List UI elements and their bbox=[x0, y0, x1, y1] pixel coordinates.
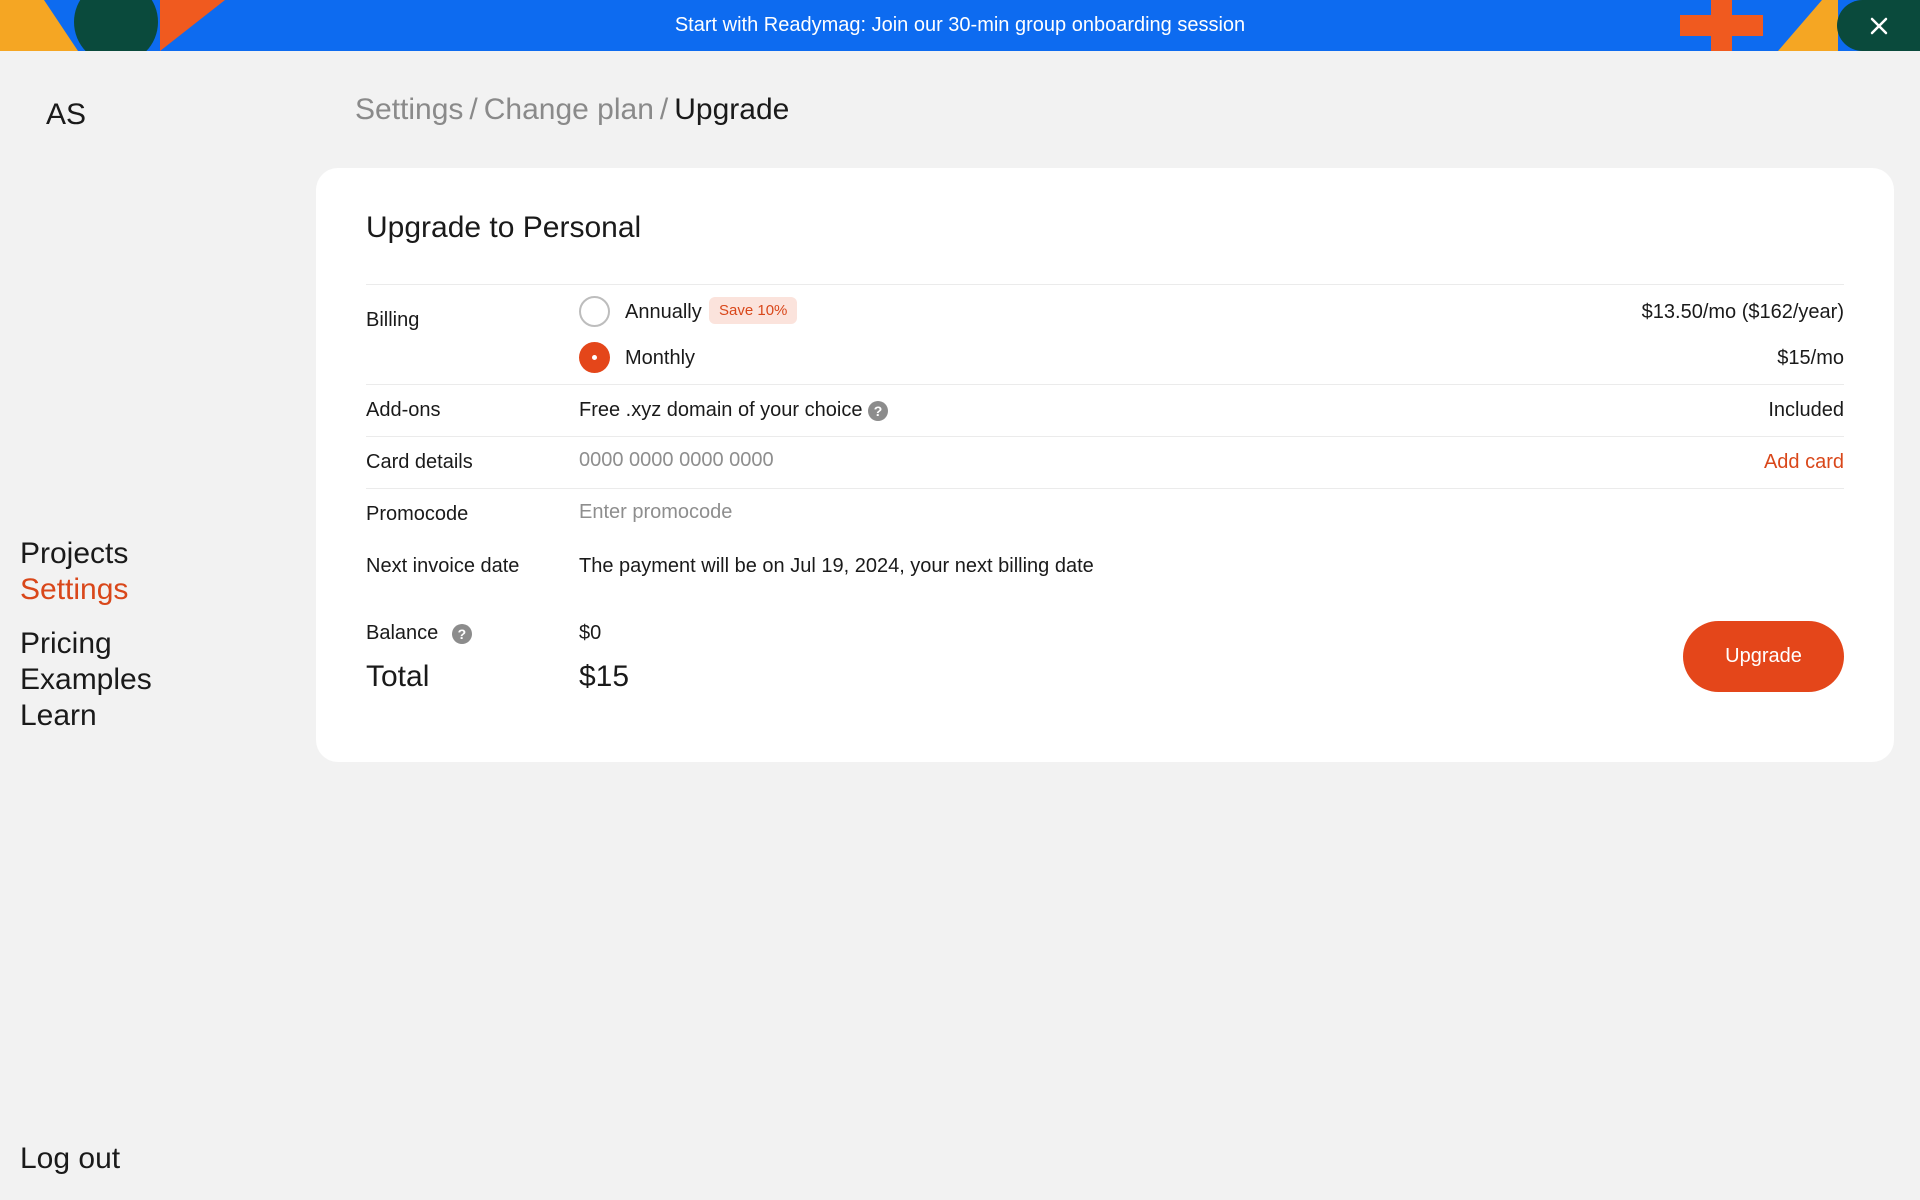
card-details-label: Card details bbox=[366, 451, 473, 473]
help-icon[interactable]: ? bbox=[868, 400, 889, 421]
annual-price: $13.50/mo ($162/year) bbox=[1641, 301, 1844, 323]
nav-item-settings[interactable]: Settings bbox=[20, 572, 152, 608]
onboarding-banner: Start with Readymag: Join our 30-min gro… bbox=[0, 0, 1920, 51]
billing-monthly-label[interactable]: Monthly bbox=[625, 347, 695, 370]
addons-value: Free .xyz domain of your choice bbox=[579, 399, 863, 421]
row-divider bbox=[366, 488, 1844, 489]
promocode-label: Promocode bbox=[366, 503, 469, 525]
addons-status: Included bbox=[1768, 399, 1844, 421]
breadcrumb-change-plan[interactable]: Change plan bbox=[484, 93, 654, 127]
sidebar-nav: Projects Settings Pricing Examples Learn bbox=[20, 536, 152, 734]
addons-value-wrap: Free .xyz domain of your choice ? bbox=[579, 399, 889, 422]
upgrade-button[interactable]: Upgrade bbox=[1683, 621, 1844, 692]
balance-label-wrap: Balance ? bbox=[366, 622, 472, 645]
nav-item-learn[interactable]: Learn bbox=[20, 698, 152, 734]
total-value: $15 bbox=[579, 660, 630, 693]
billing-label: Billing bbox=[366, 309, 420, 331]
total-label: Total bbox=[366, 660, 430, 693]
close-icon bbox=[1870, 17, 1887, 34]
nav-item-projects[interactable]: Projects bbox=[20, 536, 152, 572]
card-number-input[interactable] bbox=[579, 449, 1079, 472]
banner-close-button[interactable] bbox=[1837, 0, 1920, 51]
card-title: Upgrade to Personal bbox=[366, 211, 642, 244]
row-divider bbox=[366, 436, 1844, 437]
promocode-wrap bbox=[579, 501, 1079, 524]
logout-link[interactable]: Log out bbox=[20, 1142, 120, 1176]
promocode-input[interactable] bbox=[579, 501, 1079, 524]
addons-label: Add-ons bbox=[366, 399, 441, 421]
breadcrumb-separator: / bbox=[659, 93, 669, 126]
user-avatar[interactable]: AS bbox=[46, 98, 86, 132]
balance-value: $0 bbox=[579, 622, 602, 644]
upgrade-card: Upgrade to Personal Billing Annually Sav… bbox=[316, 168, 1894, 762]
save-badge: Save 10% bbox=[709, 297, 798, 324]
breadcrumb-settings[interactable]: Settings bbox=[355, 93, 463, 127]
monthly-price: $15/mo bbox=[1777, 347, 1844, 369]
card-number-wrap bbox=[579, 449, 1079, 472]
nav-divider bbox=[20, 608, 152, 626]
next-invoice-value: The payment will be on Jul 19, 2024, you… bbox=[579, 555, 1094, 577]
balance-label: Balance bbox=[366, 622, 439, 644]
billing-annually-radio[interactable] bbox=[579, 296, 610, 327]
breadcrumb-separator: / bbox=[469, 93, 478, 126]
billing-monthly-radio[interactable] bbox=[579, 342, 610, 373]
row-divider bbox=[366, 284, 1844, 285]
banner-text[interactable]: Start with Readymag: Join our 30-min gro… bbox=[0, 0, 1920, 51]
help-icon[interactable]: ? bbox=[451, 623, 472, 644]
breadcrumb-current: Upgrade bbox=[674, 93, 790, 126]
billing-annually-label[interactable]: Annually bbox=[625, 301, 702, 324]
add-card-link[interactable]: Add card bbox=[1764, 451, 1844, 474]
row-divider bbox=[366, 384, 1844, 385]
breadcrumb: Settings / Change plan / Upgrade bbox=[355, 93, 789, 127]
next-invoice-label: Next invoice date bbox=[366, 555, 520, 577]
nav-item-pricing[interactable]: Pricing bbox=[20, 626, 152, 662]
nav-item-examples[interactable]: Examples bbox=[20, 662, 152, 698]
